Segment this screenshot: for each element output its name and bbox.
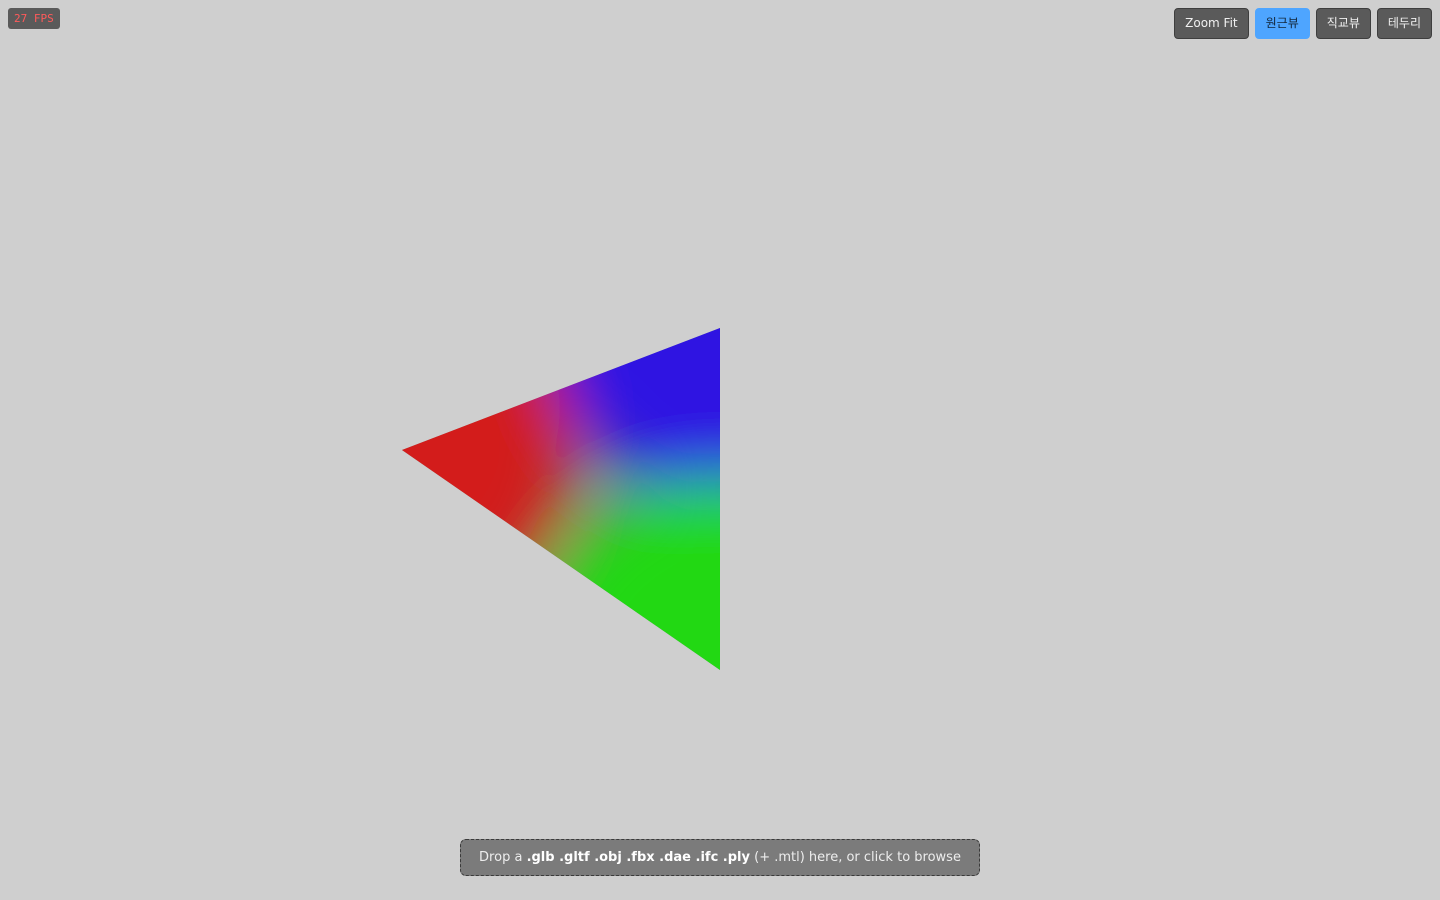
drop-zone-formats: .glb .gltf .obj .fbx .dae .ifc .ply xyxy=(526,850,750,865)
view-toolbar: Zoom Fit 원근뷰 직교뷰 테두리 xyxy=(1174,8,1432,39)
drop-zone-suffix: (+ .mtl) here, or click to browse xyxy=(749,850,961,865)
drop-zone-prefix: Drop a xyxy=(479,850,527,865)
gradient-triangle-mesh[interactable] xyxy=(232,158,910,860)
edges-toggle-button[interactable]: 테두리 xyxy=(1376,8,1432,39)
3d-scene-canvas[interactable] xyxy=(0,0,1440,900)
fps-counter: 27 FPS xyxy=(8,8,60,29)
viewer-viewport[interactable]: 27 FPS Zoom Fit 원근뷰 직교뷰 테두리 Drop a .glb … xyxy=(0,0,1440,900)
file-drop-zone[interactable]: Drop a .glb .gltf .obj .fbx .dae .ifc .p… xyxy=(460,839,980,876)
vertex-color-blue xyxy=(550,328,720,498)
perspective-view-button[interactable]: 원근뷰 xyxy=(1254,8,1310,39)
vertex-color-green xyxy=(530,480,720,670)
orthographic-view-button[interactable]: 직교뷰 xyxy=(1315,8,1371,39)
vertex-color-red xyxy=(402,328,572,620)
zoom-fit-button[interactable]: Zoom Fit xyxy=(1174,8,1249,39)
